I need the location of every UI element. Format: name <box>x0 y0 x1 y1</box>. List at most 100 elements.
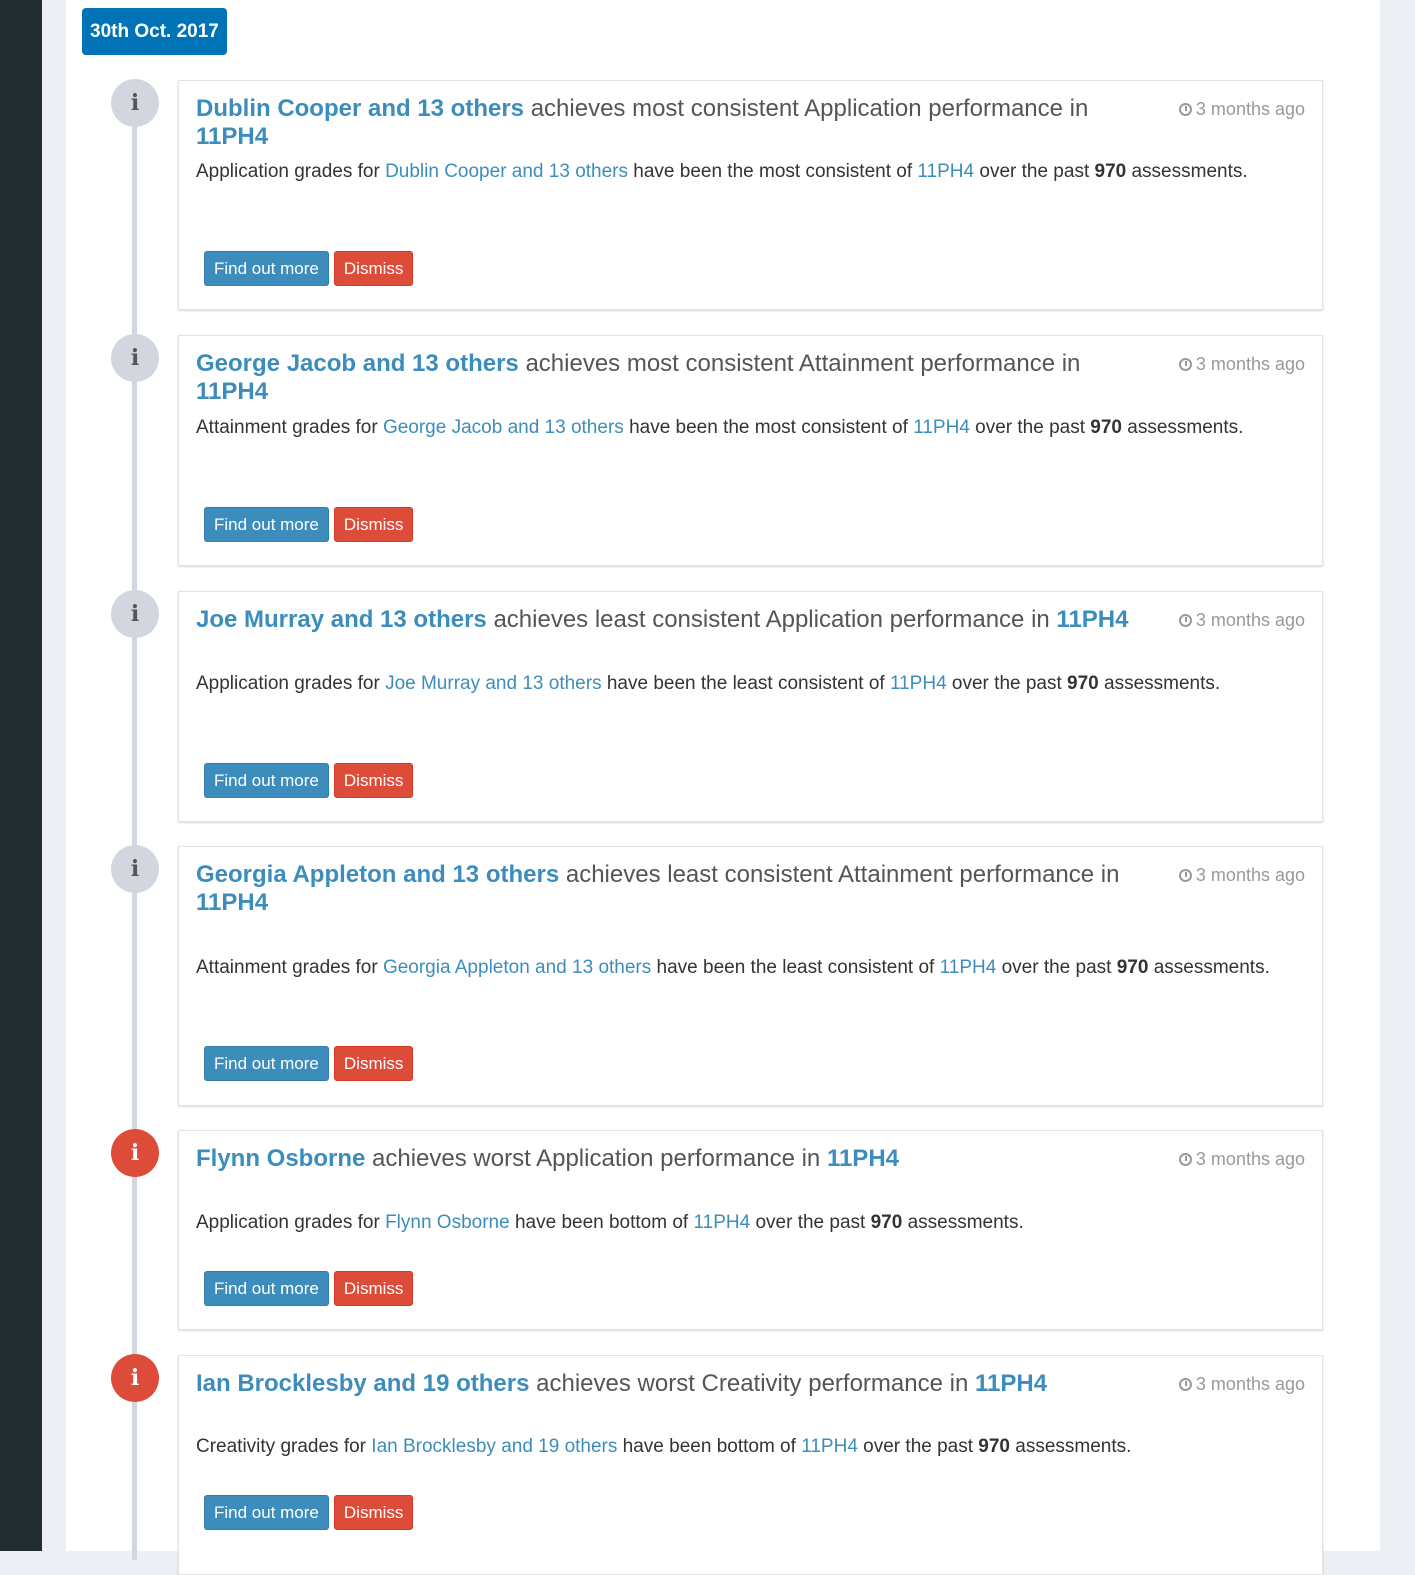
item-footer: Find out more Dismiss <box>204 1046 418 1081</box>
student-link[interactable]: George Jacob and 13 others <box>383 417 624 438</box>
find-out-more-button[interactable]: Find out more <box>204 1271 329 1306</box>
item-body: Creativity grades for Ian Brocklesby and… <box>196 1431 1276 1462</box>
clock-icon <box>1178 103 1192 116</box>
body-suffix: assessments. <box>1104 673 1221 694</box>
dismiss-button[interactable]: Dismiss <box>333 1495 414 1530</box>
item-body: Application grades for Dublin Cooper and… <box>196 156 1276 187</box>
assessment-count: 970 <box>1094 161 1127 182</box>
student-link[interactable]: Flynn Osborne <box>385 1212 510 1233</box>
clock-icon <box>1178 1153 1192 1166</box>
class-link[interactable]: 11PH4 <box>196 123 268 150</box>
info-icon: i <box>111 1129 159 1177</box>
student-link[interactable]: George Jacob and 13 others <box>196 350 519 377</box>
time-text: 3 months ago <box>1195 354 1305 374</box>
body-prefix: Attainment grades for <box>196 957 378 978</box>
timeline-item: Ian Brocklesby and 19 others achieves wo… <box>178 1355 1323 1575</box>
student-link[interactable]: Dublin Cooper and 13 others <box>196 95 524 122</box>
student-link[interactable]: Joe Murray and 13 others <box>385 673 602 694</box>
clock-icon <box>1178 358 1192 371</box>
item-footer: Find out more Dismiss <box>204 1271 418 1306</box>
class-link[interactable]: 11PH4 <box>917 161 974 182</box>
class-link[interactable]: 11PH4 <box>196 378 268 405</box>
dismiss-button[interactable]: Dismiss <box>333 1271 414 1306</box>
timeline-item: Joe Murray and 13 others achieves least … <box>178 591 1323 822</box>
clock-icon <box>1178 869 1192 882</box>
info-icon: i <box>111 334 159 382</box>
dismiss-button[interactable]: Dismiss <box>333 507 414 542</box>
header-text: achieves least consistent Attainment per… <box>565 861 1120 888</box>
info-icon: i <box>111 590 159 638</box>
student-link[interactable]: Ian Brocklesby and 19 others <box>196 1370 529 1397</box>
item-header: Dublin Cooper and 13 others achieves mos… <box>196 95 1136 151</box>
class-link[interactable]: 11PH4 <box>694 1212 751 1233</box>
item-header: Georgia Appleton and 13 others achieves … <box>196 861 1136 917</box>
class-link[interactable]: 11PH4 <box>975 1370 1047 1397</box>
class-link[interactable]: 11PH4 <box>940 957 997 978</box>
dismiss-button[interactable]: Dismiss <box>333 1046 414 1081</box>
body-middle: have been the most consistent of <box>629 417 908 438</box>
class-link[interactable]: 11PH4 <box>913 417 970 438</box>
clock-icon <box>1178 1378 1192 1391</box>
info-icon: i <box>111 845 159 893</box>
timeline-item: Flynn Osborne achieves worst Application… <box>178 1130 1323 1330</box>
find-out-more-button[interactable]: Find out more <box>204 507 329 542</box>
body-suffix: assessments. <box>1153 957 1270 978</box>
header-text: achieves most consistent Attainment perf… <box>525 350 1081 377</box>
class-link[interactable]: 11PH4 <box>827 1145 899 1172</box>
body-suffix: assessments. <box>1131 161 1248 182</box>
body-middle: have been bottom of <box>622 1436 796 1457</box>
header-text: achieves worst Application performance i… <box>372 1145 821 1172</box>
dismiss-button[interactable]: Dismiss <box>333 251 414 286</box>
timeline-item: Georgia Appleton and 13 others achieves … <box>178 846 1323 1106</box>
body-middle: have been the least consistent of <box>656 957 935 978</box>
time-text: 3 months ago <box>1195 1374 1305 1394</box>
class-link[interactable]: 11PH4 <box>1056 606 1128 633</box>
info-icon: i <box>111 79 159 127</box>
find-out-more-button[interactable]: Find out more <box>204 1046 329 1081</box>
dismiss-button[interactable]: Dismiss <box>333 763 414 798</box>
assessment-count: 970 <box>870 1212 903 1233</box>
body-past: over the past <box>979 161 1090 182</box>
item-body: Attainment grades for George Jacob and 1… <box>196 412 1276 443</box>
student-link[interactable]: Georgia Appleton and 13 others <box>383 957 651 978</box>
time-text: 3 months ago <box>1195 99 1305 119</box>
header-text: achieves least consistent Application pe… <box>493 606 1050 633</box>
find-out-more-button[interactable]: Find out more <box>204 763 329 798</box>
assessment-count: 970 <box>978 1436 1010 1457</box>
student-link[interactable]: Dublin Cooper and 13 others <box>385 161 628 182</box>
item-header: Ian Brocklesby and 19 others achieves wo… <box>196 1370 1136 1398</box>
body-suffix: assessments. <box>1127 417 1244 438</box>
find-out-more-button[interactable]: Find out more <box>204 1495 329 1530</box>
find-out-more-button[interactable]: Find out more <box>204 251 329 286</box>
student-link[interactable]: Flynn Osborne <box>196 1145 365 1172</box>
item-time: 3 months ago <box>1178 610 1305 631</box>
item-time: 3 months ago <box>1178 99 1305 120</box>
body-suffix: assessments. <box>1015 1436 1132 1457</box>
class-link[interactable]: 11PH4 <box>801 1436 858 1457</box>
body-middle: have been the least consistent of <box>606 673 885 694</box>
body-prefix: Application grades for <box>196 673 380 694</box>
class-link[interactable]: 11PH4 <box>196 889 268 916</box>
item-footer: Find out more Dismiss <box>204 507 418 542</box>
student-link[interactable]: Joe Murray and 13 others <box>196 606 487 633</box>
body-prefix: Application grades for <box>196 161 380 182</box>
item-header: George Jacob and 13 others achieves most… <box>196 350 1136 406</box>
class-link[interactable]: 11PH4 <box>890 673 947 694</box>
body-prefix: Application grades for <box>196 1212 380 1233</box>
time-text: 3 months ago <box>1195 1149 1305 1169</box>
item-time: 3 months ago <box>1178 1374 1305 1395</box>
body-past: over the past <box>951 673 1062 694</box>
assessment-count: 970 <box>1090 417 1122 438</box>
item-time: 3 months ago <box>1178 1149 1305 1170</box>
body-past: over the past <box>863 1436 974 1457</box>
time-text: 3 months ago <box>1195 865 1305 885</box>
student-link[interactable]: Georgia Appleton and 13 others <box>196 861 559 888</box>
body-middle: have been bottom of <box>514 1212 689 1233</box>
item-time: 3 months ago <box>1178 865 1305 886</box>
header-text: achieves worst Creativity performance in <box>536 1370 969 1397</box>
student-link[interactable]: Ian Brocklesby and 19 others <box>371 1436 617 1457</box>
timeline-date-label: 30th Oct. 2017 <box>82 8 227 55</box>
timeline-item: Dublin Cooper and 13 others achieves mos… <box>178 80 1323 310</box>
item-body: Application grades for Joe Murray and 13… <box>196 668 1276 699</box>
assessment-count: 970 <box>1116 957 1149 978</box>
